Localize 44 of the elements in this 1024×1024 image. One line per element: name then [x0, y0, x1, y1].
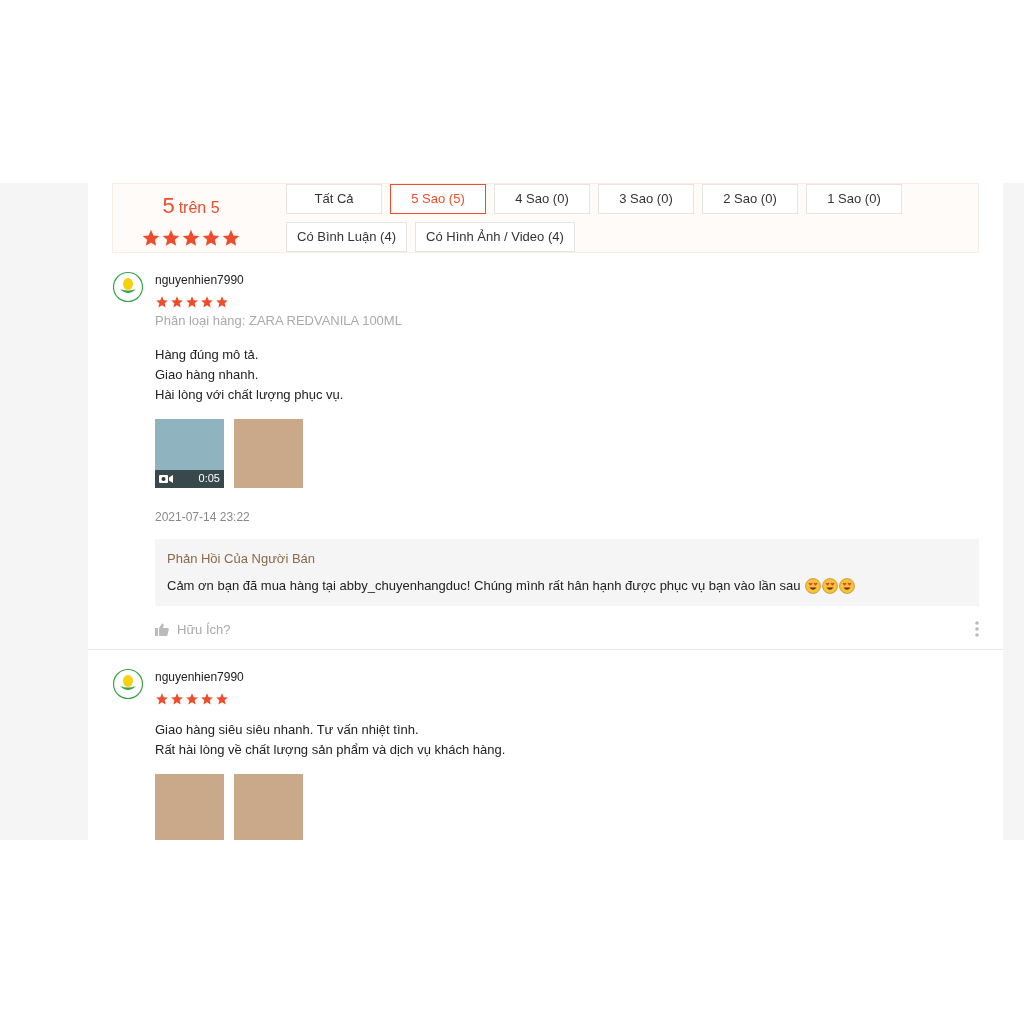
- review-text: Hài lòng với chất lượng phục vụ.: [155, 385, 345, 404]
- photo-placeholder[interactable]: [234, 418, 303, 488]
- star-icon: [200, 692, 214, 706]
- video-camera-icon: [159, 473, 173, 484]
- filter-button[interactable]: 3 Sao (0): [598, 184, 694, 214]
- star-icon: [185, 295, 199, 309]
- seller-reply-text: Cảm ơn bạn đã mua hàng tại abby_chuyenhangduc! Chúng mình rất hân hạnh được phục vụ bạn vào lần sau: [167, 577, 801, 595]
- rating-suffix: trên 5: [178, 197, 220, 218]
- filter-button[interactable]: Có Hình Ảnh / Video (4): [415, 222, 575, 252]
- filter-button[interactable]: Tất Cả: [286, 184, 382, 214]
- heart-eyes-emoji-icon: [838, 577, 855, 594]
- review-text: Rất hài lòng về chất lượng sản phẩm và dịch vụ khách hàng.: [155, 741, 507, 759]
- star-icon: [185, 692, 199, 706]
- heart-eyes-emoji-icon: [804, 577, 821, 594]
- filter-button[interactable]: 5 Sao (5): [390, 184, 486, 214]
- photo-placeholder[interactable]: [234, 774, 303, 840]
- avatar-icon: [112, 668, 144, 700]
- filter-button[interactable]: 1 Sao (0): [806, 184, 902, 214]
- avatar-icon: [112, 271, 144, 303]
- filter-button[interactable]: 4 Sao (0): [494, 184, 590, 214]
- star-icon: [200, 295, 214, 309]
- video-thumbnail[interactable]: 0:05: [155, 418, 224, 488]
- username: nguyenhien7990: [155, 272, 245, 289]
- username: nguyenhien7990: [155, 669, 245, 686]
- rating-score: 5: [162, 191, 175, 220]
- star-icon: [215, 692, 229, 706]
- filter-button[interactable]: Có Bình Luận (4): [286, 222, 407, 252]
- heart-eyes-emoji-icon: [821, 577, 838, 594]
- star-icon: [170, 692, 184, 706]
- variation-label: Phân loại hàng: ZARA REDVANILA 100ML: [155, 312, 403, 330]
- filter-button[interactable]: 2 Sao (0): [702, 184, 798, 214]
- more-options-icon[interactable]: [975, 621, 979, 638]
- star-icon: [170, 295, 184, 309]
- review-text: Giao hàng siêu siêu nhanh. Tư vấn nhiệt tình.: [155, 721, 420, 739]
- review-text: Giao hàng nhanh.: [155, 365, 260, 384]
- seller-reply-title: Phản Hồi Của Người Bán: [167, 549, 317, 568]
- review-date: 2021-07-14 23:22: [155, 508, 251, 526]
- star-icon: [215, 295, 229, 309]
- video-duration: 0:05: [198, 471, 220, 487]
- star-icon: [155, 295, 169, 309]
- star-icon: [155, 692, 169, 706]
- review-text: Hàng đúng mô tả.: [155, 345, 260, 364]
- thumbs-up-icon: [155, 622, 169, 636]
- photo-placeholder[interactable]: [155, 774, 224, 840]
